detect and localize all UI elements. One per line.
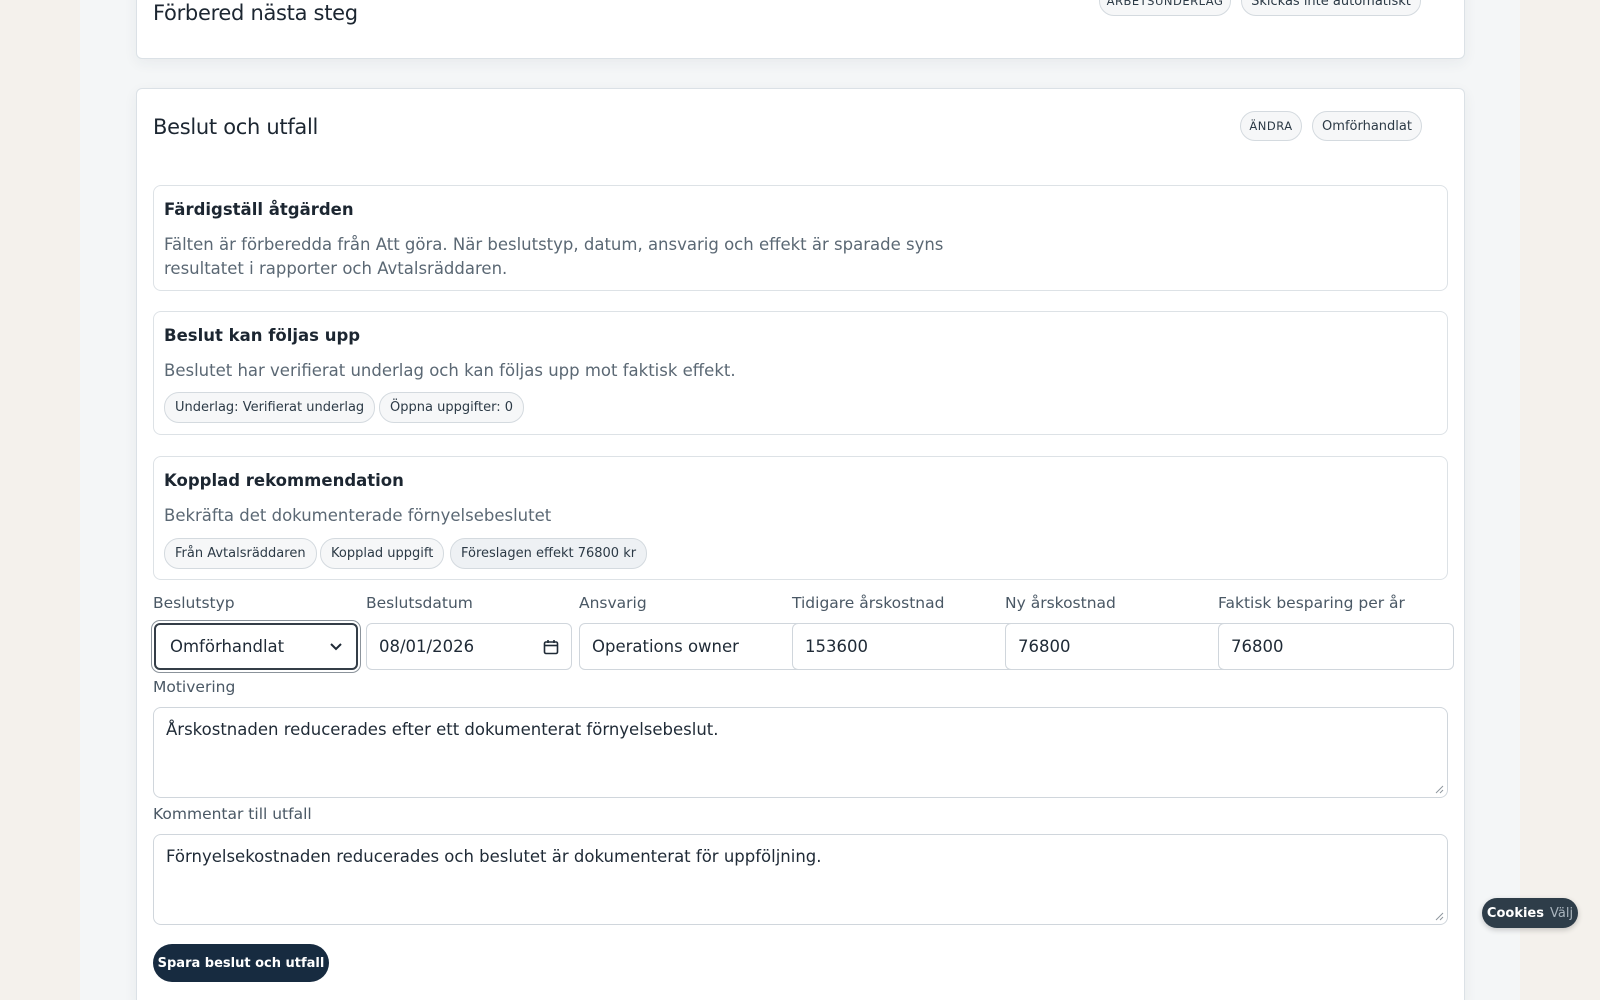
outcome-comment-label: Kommentar till utfall (153, 805, 312, 823)
responsible-input[interactable]: Operations owner (579, 623, 815, 670)
decision-type-select[interactable]: Omförhandlat (151, 620, 361, 673)
proposed-effect-chip: Föreslagen effekt 76800 kr (450, 538, 648, 569)
finish-action-box: Färdigställ åtgärden Fälten är förberedd… (153, 185, 1448, 291)
actual-saving-value: 76800 (1231, 637, 1284, 656)
outcome-comment-value: Förnyelsekostnaden reducerades och beslu… (166, 847, 822, 866)
box-title: Färdigställ åtgärden (164, 200, 354, 219)
box-title: Kopplad rekommendation (164, 471, 404, 490)
box-title: Beslut kan följas upp (164, 326, 361, 345)
linked-task-chip[interactable]: Kopplad uppgift (320, 538, 445, 569)
outcome-comment-textarea[interactable]: Förnyelsekostnaden reducerades och beslu… (153, 834, 1448, 925)
actual-saving-label: Faktisk besparing per år (1218, 594, 1405, 612)
calendar-icon[interactable] (543, 639, 559, 655)
decision-type-label: Beslutstyp (153, 594, 235, 612)
save-decision-button[interactable]: Spara beslut och utfall (153, 944, 329, 982)
prepare-next-step-card: Förbered nästa steg Arbetsunderlag Skick… (136, 0, 1465, 59)
box-description-line-2: resultatet i rapporter och Avtalsräddare… (164, 259, 508, 278)
previous-cost-input[interactable]: 153600 (792, 623, 1028, 670)
status-badge: Skickas inte automatiskt (1241, 0, 1421, 16)
source-chip: Från Avtalsräddaren (164, 538, 317, 569)
card-title: Förbered nästa steg (153, 1, 358, 25)
motivation-value: Årskostnaden reducerades efter ett dokum… (166, 720, 719, 739)
cookie-consent-button[interactable]: Cookies Välj (1482, 898, 1578, 928)
page-content: Förbered nästa steg Arbetsunderlag Skick… (80, 0, 1520, 1000)
motivation-textarea[interactable]: Årskostnaden reducerades efter ett dokum… (153, 707, 1448, 798)
actual-saving-input[interactable]: 76800 (1218, 623, 1454, 670)
chevron-down-icon (330, 642, 342, 650)
open-tasks-chip: Öppna uppgifter: 0 (379, 392, 525, 423)
previous-cost-value: 153600 (805, 637, 868, 656)
decision-date-value: 08/01/2026 (379, 637, 475, 656)
resize-handle-icon[interactable] (1435, 785, 1444, 794)
cookie-label: Cookies (1486, 905, 1544, 921)
cookie-choose[interactable]: Välj (1550, 906, 1573, 921)
type-badge: Ändra (1240, 111, 1302, 141)
responsible-value: Operations owner (592, 637, 739, 656)
status-badge: Omförhandlat (1312, 111, 1422, 141)
followup-box: Beslut kan följas upp Beslutet har verif… (153, 311, 1448, 435)
box-description: Bekräfta det dokumenterade förnyelsebesl… (164, 506, 552, 525)
box-description-line-1: Fälten är förberedda från Att göra. När … (164, 235, 944, 254)
new-cost-value: 76800 (1018, 637, 1071, 656)
card-title: Beslut och utfall (153, 115, 319, 139)
type-badge: Arbetsunderlag (1099, 0, 1231, 16)
recommendation-box: Kopplad rekommendation Bekräfta det doku… (153, 456, 1448, 580)
box-description: Beslutet har verifierat underlag och kan… (164, 361, 736, 380)
decision-date-label: Beslutsdatum (366, 594, 473, 612)
resize-handle-icon[interactable] (1435, 912, 1444, 921)
decision-outcome-card: Beslut och utfall Ändra Omförhandlat Fär… (136, 88, 1465, 1000)
previous-cost-label: Tidigare årskostnad (792, 594, 945, 612)
motivation-label: Motivering (153, 678, 236, 696)
decision-type-value: Omförhandlat (170, 637, 285, 656)
responsible-label: Ansvarig (579, 594, 647, 612)
decision-date-input[interactable]: 08/01/2026 (366, 623, 572, 670)
new-cost-label: Ny årskostnad (1005, 594, 1116, 612)
evidence-chip: Underlag: Verifierat underlag (164, 392, 376, 423)
new-cost-input[interactable]: 76800 (1005, 623, 1241, 670)
